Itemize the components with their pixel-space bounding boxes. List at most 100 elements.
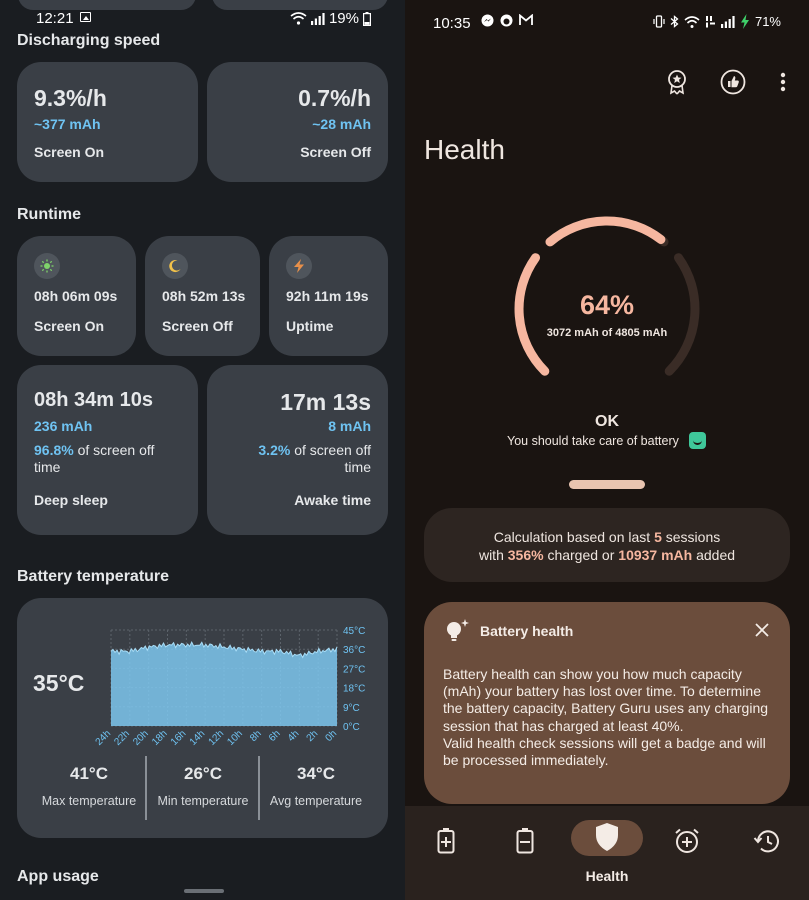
runtime-title: Runtime	[17, 206, 81, 223]
info-paragraph: Battery health can show you how much cap…	[443, 666, 769, 734]
min-temperature-stat: 26°C Min temperature	[148, 764, 258, 808]
signal-icon	[720, 15, 735, 28]
screen-off-rate: 0.7%/h	[298, 85, 371, 111]
info-paragraph: Valid health check sessions will get a b…	[443, 734, 766, 769]
awake-share: 3.2% of screen off time	[241, 442, 371, 476]
screen-on-label: Screen On	[34, 144, 105, 160]
smile-face-icon	[689, 432, 706, 449]
x-tick-label: 16h	[169, 728, 189, 748]
screen-off-speed-card[interactable]: 0.7%/h ~28 mAh Screen Off	[207, 62, 388, 182]
max-temperature-label: Max temperature	[41, 794, 137, 808]
discharging-speed-title: Discharging speed	[17, 32, 161, 49]
page-title: Health	[424, 134, 505, 165]
battery-health-info-title: Battery health	[480, 623, 574, 639]
max-temperature-stat: 41°C Max temperature	[34, 764, 144, 808]
moon-icon	[162, 253, 188, 279]
deep-sleep-label: Deep sleep	[34, 492, 108, 508]
charging-icon	[740, 14, 749, 29]
battery-plus-icon	[437, 828, 455, 854]
x-tick-label: 18h	[150, 728, 170, 748]
calc-with: with	[478, 547, 508, 563]
y-tick-label: 18°C	[343, 684, 365, 695]
calc-suffix: added	[692, 547, 736, 563]
min-temperature-label: Min temperature	[157, 794, 249, 808]
lightbulb-icon	[447, 619, 469, 641]
battery-percent: 19%	[328, 10, 359, 27]
x-tick-label: 14h	[188, 728, 208, 748]
screen-off-mah: ~28 mAh	[312, 116, 371, 132]
awake-percent: 3.2%	[258, 442, 291, 458]
history-icon	[753, 830, 779, 853]
runtime-label: Screen Off	[162, 318, 233, 334]
temperature-card[interactable]: 35°C 45°C 36°C 27°C 18°C 9°C 0°C 24h 22h 20h 18h 1…	[17, 598, 388, 838]
x-tick-label: 4h	[286, 728, 302, 744]
y-tick-label: 0°C	[343, 722, 360, 733]
runtime-label: Uptime	[286, 318, 334, 334]
awake-time-card[interactable]: 17m 13s 8 mAh 3.2% of screen off time Aw…	[207, 365, 388, 535]
runtime-value: 08h 52m 13s	[162, 288, 246, 304]
awake-share-text: of screen off time	[290, 442, 371, 475]
x-tick-label: 10h	[225, 728, 245, 748]
x-tick-label: 22h	[112, 728, 132, 748]
app-notification-icon	[500, 14, 513, 27]
close-icon[interactable]	[754, 622, 770, 638]
bluetooth-icon	[670, 15, 679, 28]
status-time: 10:35	[433, 15, 471, 32]
battery-icon	[363, 11, 371, 26]
runtime-screen-on-card[interactable]: 08h 06m 09s Screen On	[17, 236, 136, 356]
nav-health[interactable]	[582, 822, 632, 872]
avg-temperature-label: Avg temperature	[269, 794, 363, 808]
calc-prefix: Calculation based on last	[493, 529, 655, 545]
image-notification-icon	[80, 12, 91, 22]
min-temperature-value: 26°C	[184, 764, 222, 783]
calc-mid2: charged or	[543, 547, 619, 563]
gmail-icon	[519, 14, 533, 25]
x-tick-label: 12h	[207, 728, 227, 748]
stat-divider	[258, 756, 260, 820]
deep-sleep-card[interactable]: 08h 34m 10s 236 mAh 96.8% of screen off …	[17, 365, 198, 535]
capacity-text: 3072 mAh of 4805 mAh	[546, 327, 668, 339]
health-percent: 64%	[579, 290, 635, 320]
status-bar: 12:21 19%	[0, 0, 405, 30]
awake-mah: 8 mAh	[328, 418, 371, 434]
thumbs-up-icon[interactable]	[719, 68, 747, 96]
deep-sleep-mah: 236 mAh	[34, 418, 93, 434]
left-screen: 12:21 19% Discharging speed 9.3%/h ~377 …	[0, 0, 405, 900]
calc-added: 10937 mAh	[618, 547, 693, 563]
battery-health-info-card: Battery health Battery health can show y…	[424, 602, 790, 804]
calculation-info: Calculation based on last 5 sessions wit…	[424, 508, 790, 582]
wifi-icon	[684, 15, 700, 28]
x-tick-label: 8h	[248, 728, 264, 744]
badge-award-icon[interactable]	[663, 68, 691, 96]
health-indicator-pill	[569, 480, 645, 489]
screen-on-speed-card[interactable]: 9.3%/h ~377 mAh Screen On	[17, 62, 198, 182]
right-screen: 10:35 71% Health 64% 3072 mAh of 4805 mA…	[405, 0, 809, 900]
runtime-screen-off-card[interactable]: 08h 52m 13s Screen Off	[145, 236, 260, 356]
calc-sessions: 5	[654, 529, 662, 545]
x-tick-label: 2h	[305, 728, 321, 744]
y-tick-label: 27°C	[343, 664, 365, 675]
alarm-add-icon	[675, 828, 699, 853]
calc-mid1: sessions	[661, 529, 721, 545]
awake-time-label: Awake time	[294, 492, 371, 508]
messenger-icon	[481, 14, 494, 27]
runtime-value: 08h 06m 09s	[34, 288, 118, 304]
sun-icon	[34, 253, 60, 279]
x-tick-label: 6h	[267, 728, 283, 744]
screen-on-rate: 9.3%/h	[34, 85, 107, 111]
scroll-handle[interactable]	[184, 889, 224, 893]
status-bar: 10:35 71%	[405, 0, 809, 44]
volte-icon	[705, 16, 715, 28]
runtime-uptime-card[interactable]: 92h 11m 19s Uptime	[269, 236, 388, 356]
battery-percent: 71%	[754, 14, 781, 29]
temperature-chart: 45°C 36°C 27°C 18°C 9°C 0°C 24h 22h 20h 18h 16h 14h…	[94, 626, 366, 748]
more-options-icon[interactable]	[769, 68, 797, 96]
deep-sleep-percent: 96.8%	[34, 442, 74, 458]
battery-temperature-title: Battery temperature	[17, 568, 170, 585]
battery-minus-icon	[516, 828, 534, 854]
awake-time-value: 17m 13s	[280, 389, 371, 415]
x-tick-label: 0h	[323, 728, 339, 744]
health-state: OK	[595, 413, 619, 430]
bottom-navigation: Health	[405, 806, 809, 900]
deep-sleep-share: 96.8% of screen off time	[34, 442, 174, 476]
